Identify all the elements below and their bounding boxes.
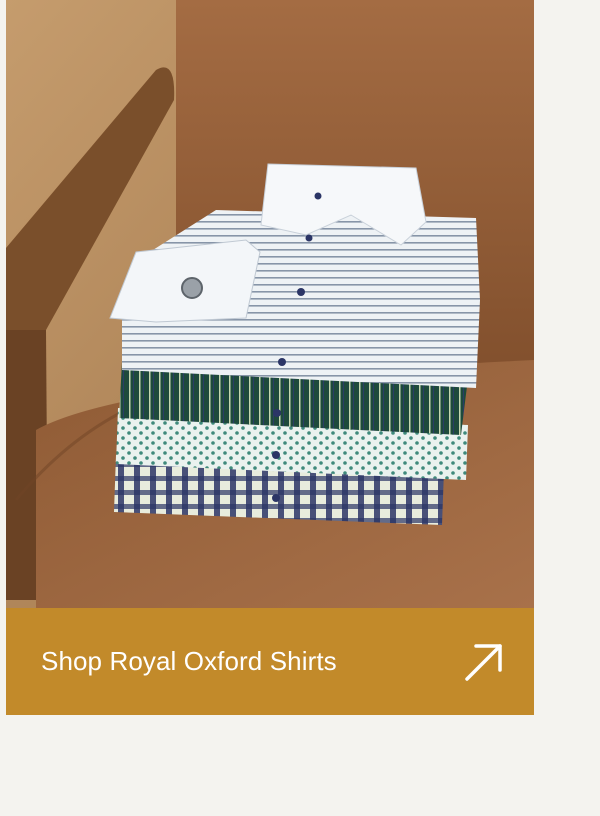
arrow-up-right-icon <box>465 643 502 681</box>
cta-label: Shop Royal Oxford Shirts <box>41 646 337 676</box>
shirt-stack-illustration <box>6 0 534 608</box>
promo-card: Shop Royal Oxford Shirts <box>6 0 534 715</box>
product-photo[interactable] <box>6 0 534 608</box>
shop-royal-oxford-shirts-button[interactable]: Shop Royal Oxford Shirts <box>6 608 534 715</box>
